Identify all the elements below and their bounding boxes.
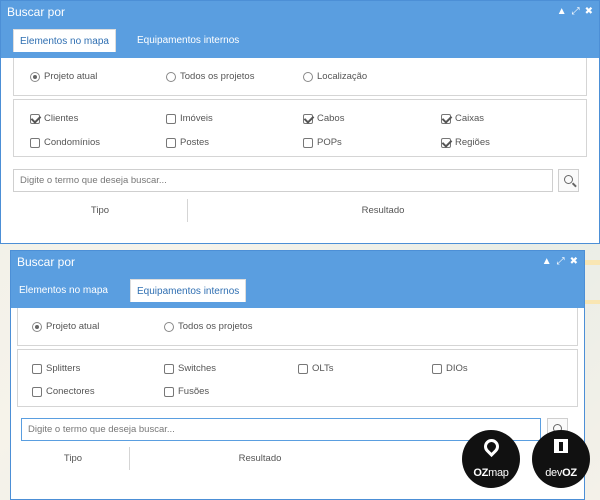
checkbox-switches[interactable]: Switches — [164, 363, 216, 374]
element-type-section: Clientes Imóveis Cabos Caixas Condomínio… — [13, 99, 587, 157]
checkbox-checked-icon — [30, 113, 40, 124]
cube-icon — [554, 439, 568, 453]
checkbox-imoveis[interactable]: Imóveis — [166, 113, 213, 124]
checkbox-icon — [166, 137, 176, 148]
checkbox-label: Condomínios — [44, 137, 100, 148]
title-bar: Buscar por ▲ ⤢ ✖ — [1, 1, 599, 23]
checkbox-checked-icon — [441, 113, 451, 124]
checkbox-fusoes[interactable]: Fusões — [164, 386, 209, 397]
checkbox-label: OLTs — [312, 363, 334, 374]
radio-todos-os-projetos[interactable]: Todos os projetos — [166, 71, 254, 82]
column-resultado: Resultado — [361, 205, 405, 216]
scope-section: Projeto atual Todos os projetos Localiza… — [13, 58, 587, 96]
results-table-header: Tipo Resultado — [13, 199, 578, 222]
tab-elementos-no-mapa[interactable]: Elementos no mapa — [13, 29, 116, 52]
radio-label: Todos os projetos — [178, 321, 253, 332]
checkbox-caixas[interactable]: Caixas — [441, 113, 484, 124]
ozmap-brand: OZmap — [473, 467, 509, 479]
radio-icon — [166, 71, 176, 82]
window-controls: ▲ ⤢ ✖ — [542, 255, 578, 269]
checkbox-icon — [164, 363, 174, 374]
scope-section: Projeto atual Todos os projetos — [17, 308, 578, 346]
radio-label: Projeto atual — [44, 71, 98, 82]
checkbox-label: Fusões — [178, 386, 210, 397]
radio-label: Localização — [317, 71, 368, 82]
search-input[interactable]: Digite o termo que deseja buscar... — [21, 418, 541, 441]
checkbox-checked-icon — [303, 113, 313, 124]
panel-title: Buscar por — [7, 5, 66, 19]
radio-selected-icon — [32, 321, 42, 332]
checkbox-condominios[interactable]: Condomínios — [30, 137, 100, 148]
minimize-icon[interactable]: ▲ — [542, 256, 552, 268]
checkbox-label: Conectores — [46, 386, 95, 397]
checkbox-dios[interactable]: DIOs — [432, 363, 468, 374]
panel-title: Buscar por — [17, 255, 76, 269]
radio-projeto-atual[interactable]: Projeto atual — [32, 321, 99, 332]
window-controls: ▲ ⤢ ✖ — [557, 5, 593, 19]
tab-equipamentos-internos[interactable]: Equipamentos internos — [130, 279, 247, 302]
radio-selected-icon — [30, 71, 40, 82]
radio-label: Projeto atual — [46, 321, 100, 332]
checkbox-checked-icon — [441, 137, 451, 148]
search-icon — [564, 175, 573, 184]
radio-icon — [164, 321, 174, 332]
map-road — [585, 300, 600, 304]
radio-projeto-atual[interactable]: Projeto atual — [30, 71, 97, 82]
checkbox-regioes[interactable]: Regiões — [441, 137, 490, 148]
checkbox-label: Regiões — [455, 137, 490, 148]
checkbox-label: Imóveis — [180, 113, 213, 124]
minimize-icon[interactable]: ▲ — [557, 6, 567, 18]
checkbox-icon — [32, 386, 42, 397]
checkbox-icon — [432, 363, 442, 374]
checkbox-label: DIOs — [446, 363, 468, 374]
checkbox-icon — [298, 363, 308, 374]
column-tipo: Tipo — [63, 453, 83, 464]
checkbox-label: Cabos — [317, 113, 345, 124]
checkbox-postes[interactable]: Postes — [166, 137, 209, 148]
title-bar: Buscar por ▲ ⤢ ✖ — [11, 251, 584, 273]
radio-label: Todos os projetos — [180, 71, 255, 82]
checkbox-label: POPs — [317, 137, 342, 148]
map-pin-icon — [480, 435, 503, 458]
checkbox-label: Clientes — [44, 113, 79, 124]
column-tipo: Tipo — [90, 205, 110, 216]
close-icon[interactable]: ✖ — [585, 6, 593, 18]
search-panel-elements: Buscar por ▲ ⤢ ✖ Elementos no mapa Equip… — [0, 0, 600, 244]
expand-icon[interactable]: ⤢ — [557, 256, 565, 268]
tab-elementos-no-mapa[interactable]: Elementos no mapa — [13, 279, 114, 302]
checkbox-label: Switches — [178, 363, 217, 374]
checkbox-cabos[interactable]: Cabos — [303, 113, 344, 124]
checkbox-splitters[interactable]: Splitters — [32, 363, 80, 374]
close-icon[interactable]: ✖ — [570, 256, 578, 268]
checkbox-olts[interactable]: OLTs — [298, 363, 333, 374]
equipment-type-section: Splitters Switches OLTs DIOs Conectores … — [17, 349, 578, 407]
checkbox-pops[interactable]: POPs — [303, 137, 342, 148]
checkbox-icon — [166, 113, 176, 124]
checkbox-conectores[interactable]: Conectores — [32, 386, 95, 397]
column-resultado: Resultado — [238, 453, 282, 464]
checkbox-icon — [30, 137, 40, 148]
search-button[interactable] — [558, 169, 579, 192]
tab-strip: Elementos no mapa Equipamentos internos — [11, 273, 584, 308]
radio-icon — [303, 71, 313, 82]
checkbox-icon — [303, 137, 313, 148]
checkbox-label: Splitters — [46, 363, 81, 374]
expand-icon[interactable]: ⤢ — [572, 6, 580, 18]
checkbox-icon — [164, 386, 174, 397]
devoz-logo: devOZ — [532, 430, 590, 488]
search-input[interactable]: Digite o termo que deseja buscar... — [13, 169, 553, 192]
tab-strip: Elementos no mapa Equipamentos internos — [1, 23, 599, 58]
devoz-brand: devOZ — [545, 467, 577, 479]
checkbox-label: Postes — [180, 137, 210, 148]
radio-todos-os-projetos[interactable]: Todos os projetos — [164, 321, 252, 332]
checkbox-label: Caixas — [455, 113, 485, 124]
ozmap-logo: OZmap — [462, 430, 520, 488]
tab-equipamentos-internos[interactable]: Equipamentos internos — [131, 29, 245, 52]
radio-localizacao[interactable]: Localização — [303, 71, 367, 82]
checkbox-icon — [32, 363, 42, 374]
checkbox-clientes[interactable]: Clientes — [30, 113, 78, 124]
